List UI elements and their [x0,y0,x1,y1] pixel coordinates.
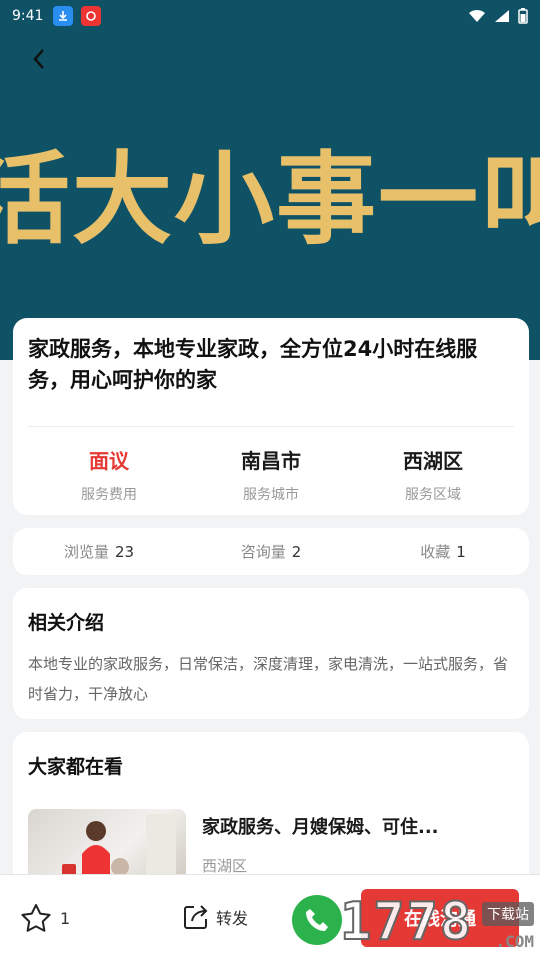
count-favorites-value: 1 [456,543,466,561]
count-inquiries-value: 2 [291,543,302,561]
call-button[interactable] [292,895,342,945]
favorite-count: 1 [60,908,71,928]
count-inquiries: 咨询量 2 [185,541,357,562]
related-title: 大家都在看 [28,756,124,778]
share-button[interactable]: 转发 [182,903,248,931]
chevron-left-icon [33,49,44,69]
bottom-action-bar: 1 转发 在线沟通 [0,874,540,960]
intro-text: 本地专业的家政服务，日常保洁，深度清理，家电清洗，一站式服务，省时省力，干净放心 [28,655,509,703]
related-item-title: 家政服务、月嫂保姆、可住... [202,817,439,838]
app-notification-icon [81,6,102,26]
stat-fee: 面议 服务费用 [28,445,190,504]
stat-city-value: 南昌市 [241,449,301,473]
hero-banner-text: 活大小事一叫就 [0,141,540,258]
related-item-area: 西湖区 [202,857,248,875]
count-views-value: 23 [114,543,135,561]
count-favorites: 收藏 1 [357,541,529,562]
service-title: 家政服务，本地专业家政，全方位24小时在线服务，用心呵护你的家 [28,337,478,392]
count-inquiries-label: 咨询量 [240,543,286,561]
favorite-button[interactable]: 1 [20,903,70,933]
stat-fee-label: 服务费用 [81,487,137,503]
star-icon [21,904,51,932]
stat-area-label: 服务区域 [405,487,461,503]
wifi-icon [469,9,485,22]
status-bar: 9:41 [0,0,540,32]
stat-area: 西湖区 服务区域 [352,445,514,504]
service-title-card: 家政服务，本地专业家政，全方位24小时在线服务，用心呵护你的家 面议 服务费用 … [13,318,529,515]
hero-banner-image: 9:41 活大小事一叫就 [0,0,540,360]
stat-city: 南昌市 服务城市 [190,445,352,504]
count-views-label: 浏览量 [63,543,109,561]
divider [28,426,514,427]
share-icon [184,905,208,929]
stat-area-value: 西湖区 [403,449,463,473]
phone-icon [306,909,328,931]
online-chat-button[interactable]: 在线沟通 [361,889,519,947]
share-label: 转发 [216,909,249,928]
battery-icon [518,8,528,24]
count-favorites-label: 收藏 [420,543,451,561]
counts-card: 浏览量 23 咨询量 2 收藏 1 [13,528,529,575]
signal-icon [495,10,509,22]
count-views: 浏览量 23 [13,541,185,562]
download-icon [53,6,74,26]
stat-fee-value: 面议 [89,449,129,473]
back-button[interactable] [24,44,54,74]
stat-city-label: 服务城市 [243,487,299,503]
status-time: 9:41 [12,8,44,24]
intro-card: 相关介绍 本地专业的家政服务，日常保洁，深度清理，家电清洗，一站式服务，省时省力… [13,588,529,719]
intro-title: 相关介绍 [28,612,105,634]
